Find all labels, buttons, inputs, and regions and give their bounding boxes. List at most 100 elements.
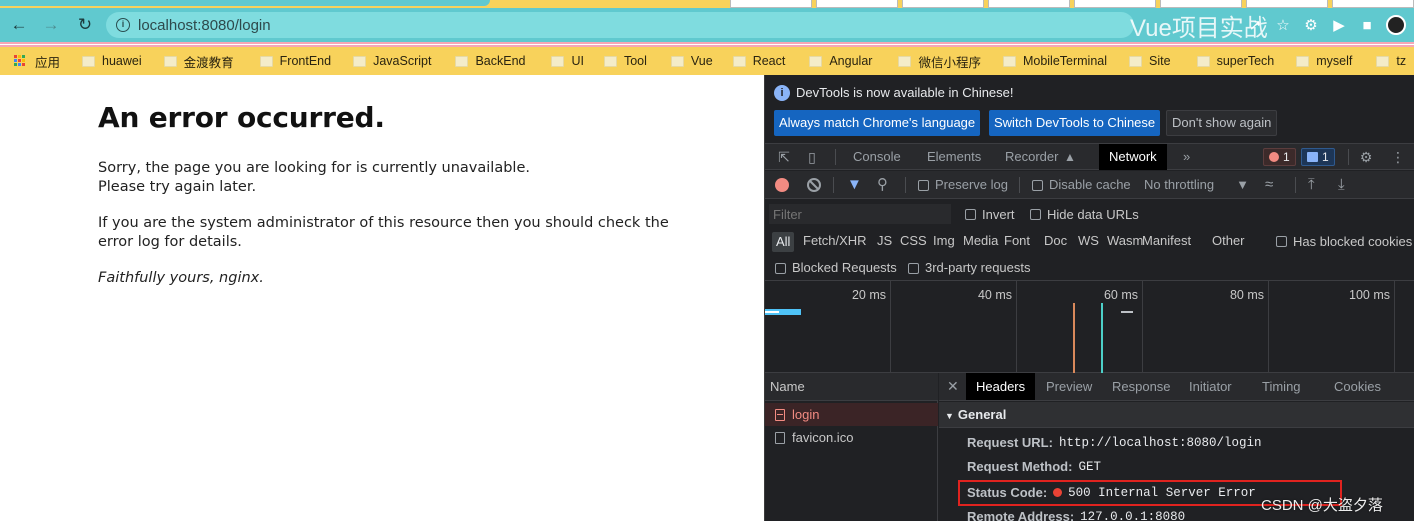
match-language-button[interactable]: Always match Chrome's language <box>774 110 981 136</box>
bookmark-star-icon[interactable]: ☆ <box>1274 16 1292 34</box>
tab-elements[interactable]: Elements <box>927 144 981 170</box>
error-count-badge[interactable]: 1 <box>1263 148 1296 166</box>
bookmark-tool[interactable]: Tool <box>603 54 647 68</box>
media-icon[interactable]: ▶ <box>1330 16 1348 34</box>
has-blocked-cookies-checkbox[interactable]: Has blocked cookies <box>1276 228 1412 255</box>
bookmark-[interactable]: 应用 <box>14 52 60 71</box>
detail-tab-timing[interactable]: Timing <box>1262 373 1301 400</box>
bookmark-tz[interactable]: tz <box>1376 54 1406 68</box>
bookmark-backend[interactable]: BackEnd <box>455 54 525 68</box>
type-filter-ws[interactable]: WS <box>1078 228 1099 254</box>
close-icon[interactable]: ✕ <box>947 373 959 400</box>
throttling-select[interactable]: No throttling ▼ <box>1144 171 1249 199</box>
share-icon[interactable]: ↗ <box>1246 16 1264 34</box>
divider <box>905 177 906 193</box>
forward-button[interactable]: → <box>40 14 62 36</box>
bookmark-[interactable]: 金渡教育 <box>163 52 234 71</box>
detail-tab-response[interactable]: Response <box>1112 373 1171 400</box>
device-toolbar-icon[interactable]: ▯ <box>803 148 821 166</box>
type-filter-manifest[interactable]: Manifest <box>1142 228 1191 254</box>
puzzle-icon[interactable]: ■ <box>1358 16 1376 34</box>
bookmark-label: Site <box>1149 54 1171 68</box>
type-filter-js[interactable]: JS <box>877 228 892 254</box>
type-filter-media[interactable]: Media <box>963 228 998 254</box>
disable-cache-checkbox[interactable]: Disable cache <box>1032 171 1131 199</box>
clear-button[interactable] <box>807 171 821 199</box>
detail-tab-cookies[interactable]: Cookies <box>1334 373 1381 400</box>
filter-funnel-icon[interactable]: ▼ <box>847 171 862 199</box>
load-event-marker <box>1101 303 1103 373</box>
tab-recorder[interactable]: Recorder <box>1005 144 1058 170</box>
message-count-badge[interactable]: 1 <box>1301 148 1335 166</box>
bookmark-[interactable]: 微信小程序 <box>898 52 981 71</box>
preserve-log-checkbox[interactable]: Preserve log <box>918 171 1008 199</box>
network-conditions-icon[interactable]: ≈ <box>1265 171 1273 199</box>
back-button[interactable]: ← <box>8 14 30 36</box>
timeline-tick-label: 80 ms <box>1229 288 1264 302</box>
dont-show-again-button[interactable]: Don't show again <box>1166 110 1278 136</box>
timeline-gridline <box>1142 281 1143 373</box>
tab-network[interactable]: Network <box>1099 144 1167 170</box>
name-column-header[interactable]: Name <box>765 373 938 401</box>
folder-icon <box>1296 55 1310 67</box>
clear-icon <box>807 178 821 192</box>
type-filter-fetch-xhr[interactable]: Fetch/XHR <box>803 228 867 254</box>
kebab-menu-icon[interactable]: ⋮ <box>1389 148 1407 166</box>
document-icon <box>775 431 785 444</box>
profile-avatar[interactable] <box>1386 15 1406 35</box>
settings-gear-icon[interactable]: ⚙ <box>1357 148 1375 166</box>
tab-console[interactable]: Console <box>853 144 901 170</box>
bookmark-site[interactable]: Site <box>1129 54 1171 68</box>
request-url-value: http://localhost:8080/login <box>1058 436 1262 450</box>
error-icon <box>1269 152 1279 162</box>
import-har-icon[interactable]: ⤒ <box>1308 171 1315 199</box>
general-section-toggle[interactable]: ▼ General <box>939 402 1414 428</box>
active-tab-shape[interactable] <box>0 0 490 6</box>
hide-data-urls-checkbox[interactable]: Hide data URLs <box>1030 201 1139 228</box>
site-info-icon[interactable]: i <box>116 18 130 32</box>
type-filter-doc[interactable]: Doc <box>1044 228 1067 254</box>
request-row[interactable]: favicon.ico <box>765 426 938 449</box>
url-input[interactable] <box>138 16 738 34</box>
timeline-tick-label: 100 ms <box>1349 288 1390 302</box>
extension-icon[interactable]: ⚙ <box>1302 16 1320 34</box>
inspect-element-icon[interactable]: ⇱ <box>775 148 793 166</box>
detail-tab-initiator[interactable]: Initiator <box>1189 373 1232 400</box>
type-filter-other[interactable]: Other <box>1212 228 1245 254</box>
bookmark-ui[interactable]: UI <box>551 54 584 68</box>
export-har-icon[interactable]: ⤓ <box>1338 171 1345 199</box>
devtools-panel: i DevTools is now available in Chinese! … <box>764 75 1414 521</box>
bookmark-angular[interactable]: Angular <box>809 54 872 68</box>
reload-button[interactable]: ↻ <box>74 14 96 36</box>
detail-tab-headers[interactable]: Headers <box>966 373 1036 400</box>
bookmark-react[interactable]: React <box>732 54 786 68</box>
omnibox[interactable]: i <box>106 12 1134 38</box>
network-toolbar: ▼ ⚲ Preserve log Disable cache No thrott… <box>765 171 1414 199</box>
bookmark-supertech[interactable]: superTech <box>1196 54 1274 68</box>
detail-tab-preview[interactable]: Preview <box>1046 373 1092 400</box>
search-icon[interactable]: ⚲ <box>877 171 888 199</box>
blocked-requests-checkbox[interactable]: Blocked Requests <box>775 255 897 281</box>
invert-checkbox[interactable]: Invert <box>965 201 1015 228</box>
type-filter-font[interactable]: Font <box>1004 228 1030 254</box>
bookmark-myself[interactable]: myself <box>1296 54 1352 68</box>
bookmark-huawei[interactable]: huawei <box>82 54 142 68</box>
bookmark-vue[interactable]: Vue <box>670 54 713 68</box>
type-filter-css[interactable]: CSS <box>900 228 927 254</box>
error-message: Sorry, the page you are looking for is c… <box>98 159 678 197</box>
type-filter-img[interactable]: Img <box>933 228 955 254</box>
request-row[interactable]: login <box>765 403 938 426</box>
bookmark-mobileterminal[interactable]: MobileTerminal <box>1002 54 1107 68</box>
type-filter-all[interactable]: All <box>772 232 795 252</box>
filter-input[interactable] <box>769 204 951 224</box>
network-overview-timeline[interactable]: 20 ms 40 ms 60 ms 80 ms 100 ms <box>765 281 1414 373</box>
bookmark-frontend[interactable]: FrontEnd <box>259 54 331 68</box>
type-filter-wasm[interactable]: Wasm <box>1107 228 1143 254</box>
bookmark-label: React <box>752 54 786 68</box>
more-tabs-button[interactable]: » <box>1183 144 1190 170</box>
switch-chinese-button[interactable]: Switch DevTools to Chinese <box>989 110 1161 136</box>
timeline-gridline <box>1016 281 1017 373</box>
third-party-checkbox[interactable]: 3rd-party requests <box>908 255 1031 281</box>
record-button[interactable] <box>775 171 789 199</box>
bookmark-javascript[interactable]: JavaScript <box>353 54 431 68</box>
